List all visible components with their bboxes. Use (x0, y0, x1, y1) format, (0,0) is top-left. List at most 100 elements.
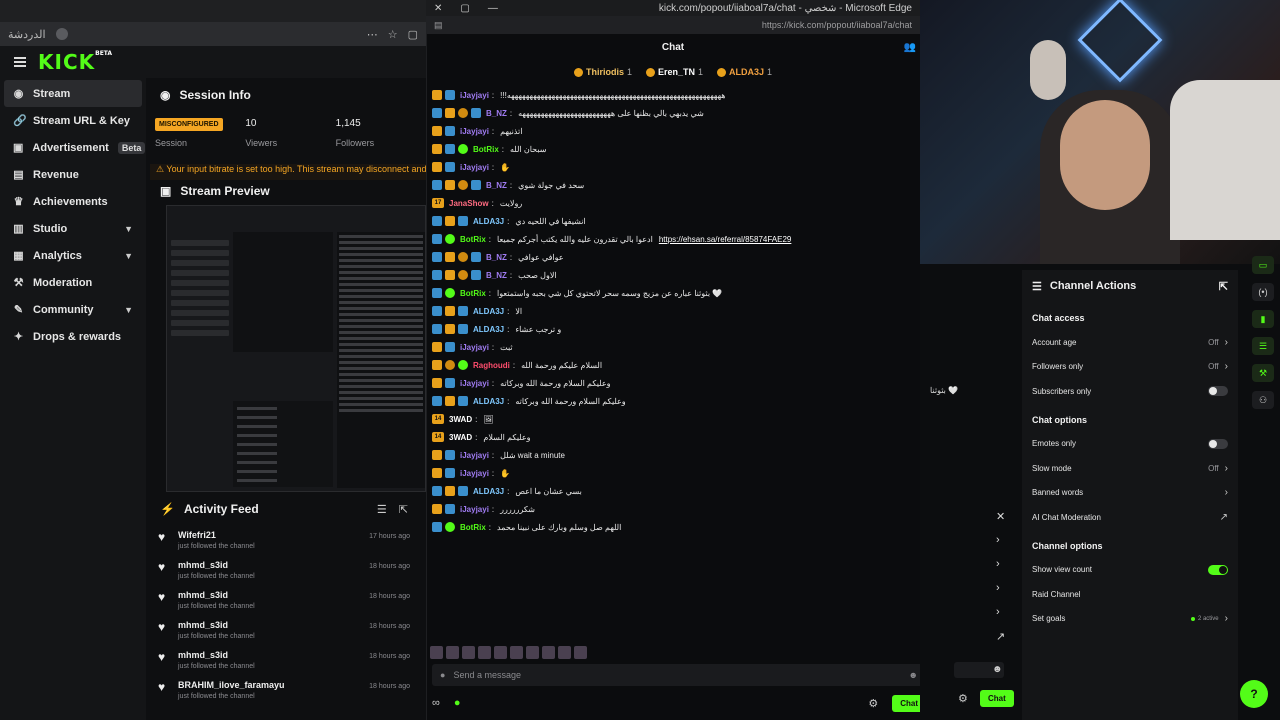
chat-username[interactable]: iJayjayi (460, 505, 489, 514)
emote[interactable] (510, 646, 523, 659)
chat-username[interactable]: 3WAD (449, 415, 472, 424)
chat-input[interactable]: ● Send a message ☻ (432, 664, 926, 686)
broadcast-icon[interactable]: (•) (1252, 283, 1274, 301)
account-age-row[interactable]: Account age Off › (1032, 330, 1228, 355)
ad-icon: ▣ (13, 142, 24, 154)
sidebar-item-studio[interactable]: ▥ Studio ▼ (4, 215, 142, 242)
chat-username[interactable]: BotRix (460, 523, 486, 532)
emote[interactable] (494, 646, 507, 659)
chat-username[interactable]: BotRix (473, 145, 499, 154)
chat-username[interactable]: 3WAD (449, 433, 472, 442)
shield-icon[interactable]: ▮ (1252, 310, 1274, 328)
raid-channel-row[interactable]: Raid Channel (1032, 582, 1228, 607)
layers-icon[interactable]: ☰ (1252, 337, 1274, 355)
maximize-icon[interactable]: ▢ (460, 3, 469, 14)
users-icon[interactable]: 👥 (904, 36, 916, 60)
set-goals-row[interactable]: Set goals 2 active › (1032, 607, 1228, 632)
rail-icon[interactable]: ▭ (1252, 256, 1274, 274)
sidebar-item-community[interactable]: ✎ Community ▼ (4, 296, 142, 323)
emote[interactable] (574, 646, 587, 659)
wrench-icon[interactable]: ⚒ (1252, 364, 1274, 382)
chat-username[interactable]: B_NZ (486, 253, 507, 262)
dashboard-chat-button[interactable]: Chat (980, 690, 1014, 707)
chevron-down-icon: ▼ (124, 304, 133, 315)
chevron-right-icon[interactable]: › (996, 558, 1016, 582)
chat-username[interactable]: iJayjayi (460, 469, 489, 478)
minimize-icon[interactable]: — (488, 3, 498, 14)
chat-username[interactable]: B_NZ (486, 181, 507, 190)
edge-icon[interactable] (55, 28, 68, 40)
leader-item[interactable]: ALDA3J 1 (717, 64, 772, 80)
banned-words-row[interactable]: Banned words › (1032, 481, 1228, 506)
emote[interactable] (542, 646, 555, 659)
popout-icon[interactable]: ⇱ (399, 503, 408, 516)
chat-username[interactable]: iJayjayi (460, 343, 489, 352)
tabs-icon[interactable]: ▢ (408, 28, 418, 41)
sidebar-item-achievements[interactable]: ♛ Achievements (4, 188, 142, 215)
emote[interactable] (526, 646, 539, 659)
sidebar-item-stream[interactable]: ◉ Stream (4, 80, 142, 107)
chat-link[interactable]: https://ehsan.sa/referral/85874FAE29 (659, 235, 792, 244)
chat-username[interactable]: B_NZ (486, 271, 507, 280)
external-icon[interactable]: ↗ (996, 630, 1016, 654)
emoji-icon[interactable]: ☻ (992, 664, 1003, 675)
chat-username[interactable]: Raghoudi (473, 361, 510, 370)
popout-url[interactable]: https://kick.com/popout/iiaboal7a/chat (762, 20, 912, 30)
chat-username[interactable]: iJayjayi (460, 91, 489, 100)
chat-username[interactable]: iJayjayi (460, 163, 489, 172)
chat-username[interactable]: ALDA3J (473, 217, 504, 226)
chat-username[interactable]: ALDA3J (473, 397, 504, 406)
leader-item[interactable]: Thiriodis 1 (573, 64, 632, 80)
kick-coin-icon[interactable]: ● (454, 697, 461, 709)
close-icon[interactable]: ✕ (434, 3, 442, 14)
chat-username[interactable]: BotRix (460, 235, 486, 244)
slow-mode-row[interactable]: Slow mode Off › (1032, 456, 1228, 481)
chevron-right-icon[interactable]: › (996, 534, 1016, 558)
emote[interactable] (462, 646, 475, 659)
settings-icon[interactable]: ⚙ (958, 692, 968, 705)
infinity-icon[interactable]: ∞ (432, 697, 440, 709)
star-icon[interactable]: ☆ (388, 28, 398, 41)
filter-icon[interactable]: ☰ (377, 503, 387, 516)
chat-username[interactable]: ALDA3J (473, 487, 504, 496)
emotes-only-toggle[interactable] (1208, 438, 1228, 449)
users-icon[interactable]: ⚇ (1252, 391, 1274, 409)
settings-icon[interactable]: ⚙ (868, 697, 878, 710)
chevron-right-icon[interactable]: › (996, 606, 1016, 630)
more-icon[interactable]: ⋯ (367, 28, 378, 41)
sidebar-item-analytics[interactable]: ▦ Analytics ▼ (4, 242, 142, 269)
menu-icon[interactable] (14, 57, 26, 67)
browser-url-label[interactable]: الدردشة (8, 28, 46, 41)
sidebar-item-stream-url[interactable]: 🔗 Stream URL & Key (4, 107, 142, 134)
subscribers-only-toggle[interactable] (1208, 386, 1228, 397)
bot-badge-icon (445, 234, 455, 244)
sidebar-item-drops[interactable]: ✦ Drops & rewards (4, 323, 142, 350)
sidebar-item-moderation[interactable]: ⚒ Moderation (4, 269, 142, 296)
close-icon[interactable]: ✕ (996, 510, 1016, 534)
emote[interactable] (478, 646, 491, 659)
chat-username[interactable]: ALDA3J (473, 307, 504, 316)
help-button[interactable]: ? (1240, 680, 1268, 708)
followers-only-row[interactable]: Followers only Off › (1032, 355, 1228, 380)
emoji-icon[interactable]: ☻ (909, 670, 918, 680)
show-view-count-toggle[interactable] (1208, 564, 1228, 575)
chat-username[interactable]: ALDA3J (473, 325, 504, 334)
sidebar-item-advertisement[interactable]: ▣ Advertisement Beta (4, 134, 146, 161)
sidebar-item-revenue[interactable]: ▤ Revenue (4, 161, 142, 188)
chat-message: 14 3WAD: 🖼 (432, 410, 916, 428)
chevron-right-icon[interactable]: › (996, 582, 1016, 606)
chat-username[interactable]: BotRix (460, 289, 486, 298)
kick-logo[interactable]: KICKBETA (38, 50, 112, 74)
chat-username[interactable]: iJayjayi (460, 451, 489, 460)
leader-item[interactable]: Eren_TN 1 (645, 64, 703, 80)
chat-username[interactable]: iJayjayi (460, 127, 489, 136)
emote[interactable] (558, 646, 571, 659)
emote[interactable] (446, 646, 459, 659)
chat-username[interactable]: JanaShow (449, 199, 489, 208)
ai-moderation-row[interactable]: AI Chat Moderation ↗ (1032, 505, 1228, 530)
chat-username[interactable]: iJayjayi (460, 379, 489, 388)
chat-username[interactable]: B_NZ (486, 109, 507, 118)
emote[interactable] (430, 646, 443, 659)
popout-icon[interactable]: ⇱ (1219, 280, 1228, 293)
stream-preview[interactable] (166, 205, 426, 492)
